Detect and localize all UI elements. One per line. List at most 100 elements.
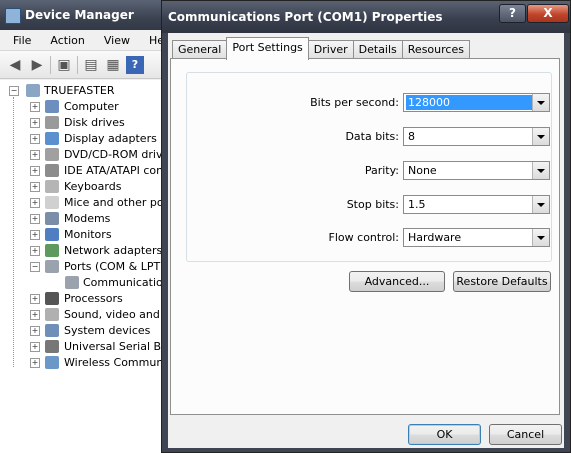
expand-icon[interactable]: +	[30, 310, 40, 320]
menu-view[interactable]: View	[91, 34, 136, 47]
expand-icon[interactable]: +	[30, 246, 40, 256]
expand-icon[interactable]: +	[30, 134, 40, 144]
modem-icon	[45, 212, 59, 225]
expand-icon[interactable]: +	[30, 294, 40, 304]
back-arrow-icon[interactable]: ◀	[6, 56, 24, 74]
tree-node-label: Modems	[64, 212, 111, 225]
data-bits-select[interactable]: 8	[403, 127, 550, 146]
stop-bits-label: Stop bits:	[346, 198, 399, 211]
tree-node[interactable]: + Computer	[0, 99, 175, 115]
stop-bits-select[interactable]: 1.5	[403, 195, 550, 214]
computer-icon	[26, 84, 40, 97]
dialog-titlebar[interactable]: Communications Port (COM1) Properties ? …	[162, 1, 570, 33]
flow-control-select[interactable]: Hardware	[403, 228, 550, 247]
forward-arrow-icon[interactable]: ▶	[28, 56, 46, 74]
expand-icon[interactable]: +	[30, 150, 40, 160]
expand-icon[interactable]: +	[30, 182, 40, 192]
keyboard-icon	[45, 180, 59, 193]
tab-resources[interactable]: Resources	[401, 40, 470, 60]
tree-node[interactable]: + Disk drives	[0, 115, 175, 131]
stop-bits-row: Stop bits: 1.5	[187, 195, 551, 215]
tree-node[interactable]: + Modems	[0, 211, 175, 227]
tree-node[interactable]: + Mice and other poin	[0, 195, 175, 211]
tree-node[interactable]: + IDE ATA/ATAPI cont	[0, 163, 175, 179]
chevron-down-icon[interactable]	[532, 128, 549, 145]
close-button[interactable]: X	[527, 4, 569, 23]
tree-node[interactable]: − Ports (COM & LPT)	[0, 259, 175, 275]
menu-file[interactable]: File	[0, 34, 37, 47]
view-icon[interactable]: ▤	[82, 56, 100, 74]
tree-node-label: Processors	[64, 292, 123, 305]
cancel-button[interactable]: Cancel	[489, 424, 562, 445]
collapse-icon[interactable]: −	[30, 262, 40, 272]
tab-details[interactable]: Details	[352, 40, 403, 60]
data-bits-value: 8	[408, 130, 415, 143]
parity-select[interactable]: None	[403, 161, 550, 180]
tree-node[interactable]: + Processors	[0, 291, 175, 307]
dvd-icon	[45, 148, 59, 161]
device-manager-window: Device Manager File Action View Help ◀ ▶…	[0, 0, 176, 453]
tree-node[interactable]: + Sound, video and ga	[0, 307, 175, 323]
chevron-down-icon[interactable]	[532, 229, 549, 246]
tab-general[interactable]: General	[172, 40, 228, 60]
tree-node[interactable]: + Wireless Communica	[0, 355, 175, 371]
network-icon	[45, 244, 59, 257]
processor-icon	[45, 292, 59, 305]
expand-icon[interactable]: +	[30, 230, 40, 240]
expand-icon[interactable]: +	[30, 358, 40, 368]
menu-bar: File Action View Help	[0, 30, 175, 51]
expand-icon[interactable]: +	[30, 198, 40, 208]
toolbar: ◀ ▶ ▣ ▤ ▦ ?	[0, 51, 175, 79]
print-icon[interactable]: ▦	[104, 56, 122, 74]
tree-node-label: Disk drives	[64, 116, 125, 129]
tree-node[interactable]: + Network adapters	[0, 243, 175, 259]
tree-node-label: Wireless Communica	[64, 356, 175, 369]
tree-node[interactable]: Communications	[0, 275, 175, 291]
tree-node[interactable]: + Universal Serial Bus	[0, 339, 175, 355]
tree-node-label: System devices	[64, 324, 151, 337]
advanced-button[interactable]: Advanced...	[349, 271, 445, 292]
help-button[interactable]: ?	[499, 4, 526, 23]
expand-icon[interactable]: +	[30, 214, 40, 224]
menu-action[interactable]: Action	[37, 34, 90, 47]
properties-icon[interactable]: ▣	[55, 56, 73, 74]
tree-line	[13, 97, 15, 367]
ide-icon	[45, 164, 59, 177]
tree-node[interactable]: + Monitors	[0, 227, 175, 243]
parity-value: None	[408, 164, 437, 177]
expand-icon[interactable]: +	[30, 166, 40, 176]
stop-bits-value: 1.5	[408, 198, 426, 211]
expand-icon[interactable]: +	[30, 326, 40, 336]
tree-node-label: Mice and other poin	[64, 196, 174, 209]
bits-per-second-select[interactable]: 128000	[403, 93, 550, 112]
flow-control-row: Flow control: Hardware	[187, 228, 551, 248]
device-manager-titlebar[interactable]: Device Manager	[0, 0, 175, 30]
expand-icon[interactable]: +	[30, 102, 40, 112]
parity-row: Parity: None	[187, 161, 551, 181]
tab-port-settings[interactable]: Port Settings	[226, 37, 309, 60]
tree-node[interactable]: + DVD/CD-ROM drives	[0, 147, 175, 163]
tree-node[interactable]: + Display adapters	[0, 131, 175, 147]
device-manager-title: Device Manager	[25, 8, 134, 22]
flow-control-value: Hardware	[408, 231, 462, 244]
tree-node[interactable]: + System devices	[0, 323, 175, 339]
tree-node[interactable]: + Keyboards	[0, 179, 175, 195]
expand-icon[interactable]: +	[30, 118, 40, 128]
device-tree: − TRUEFASTER + Computer + Disk drives + Displ…	[0, 80, 175, 453]
ok-button[interactable]: OK	[408, 424, 481, 445]
data-bits-row: Data bits: 8	[187, 127, 551, 147]
data-bits-label: Data bits:	[345, 130, 399, 143]
chevron-down-icon[interactable]	[532, 196, 549, 213]
collapse-icon[interactable]: −	[9, 86, 19, 96]
restore-defaults-button[interactable]: Restore Defaults	[453, 271, 551, 292]
tree-node-label: Sound, video and ga	[64, 308, 175, 321]
tab-driver[interactable]: Driver	[307, 40, 354, 60]
help-icon[interactable]: ?	[126, 55, 144, 74]
port-icon	[65, 276, 79, 289]
chevron-down-icon[interactable]	[532, 94, 549, 111]
expand-icon[interactable]: +	[30, 342, 40, 352]
display-icon	[45, 132, 59, 145]
sound-icon	[45, 308, 59, 321]
chevron-down-icon[interactable]	[532, 162, 549, 179]
tree-root[interactable]: − TRUEFASTER	[0, 83, 175, 99]
